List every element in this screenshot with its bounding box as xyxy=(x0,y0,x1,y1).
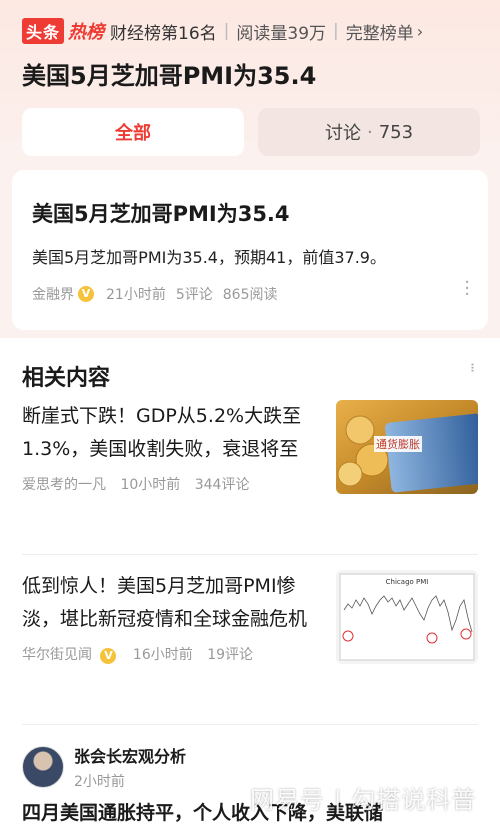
more-options-icon[interactable]: ··· xyxy=(464,274,470,304)
tab-comments-count: 753 xyxy=(378,121,414,143)
thumbnail-text: 通货膨胀 xyxy=(376,437,420,451)
news-card-title[interactable]: 美国5月芝加哥PMI为35.4 xyxy=(32,198,290,228)
item-comments: 344评论 xyxy=(194,477,250,493)
item-time: 10小时前 xyxy=(120,477,181,493)
news-comments: 5评论 xyxy=(175,287,213,303)
item-time: 16小时前 xyxy=(132,647,193,663)
tab-comments-label: 讨论 xyxy=(324,123,361,144)
item-title[interactable]: 断崖式下跌！GDP从5.2%大跌至1.3%，美国收割失败，衰退将至 xyxy=(22,400,322,466)
toutiao-logo: 头条 xyxy=(22,18,65,44)
thumbnail-text: Chicago PMI xyxy=(386,578,429,586)
avatar[interactable] xyxy=(22,746,64,788)
page-title: 美国5月芝加哥PMI为35.4 xyxy=(22,62,317,90)
news-card-meta: 金融界 V 21小时前 5评论 865阅读 xyxy=(32,284,287,304)
news-reads: 865阅读 xyxy=(222,287,278,303)
view-count: 阅读量39万 xyxy=(236,23,327,44)
rank-text: 财经榜第16名 xyxy=(110,23,217,44)
author-name[interactable]: 张会长宏观分析 xyxy=(74,743,186,767)
thumbnail-inflation[interactable]: 通货膨胀 xyxy=(336,400,478,494)
chevron-right-icon[interactable]: › xyxy=(417,22,423,41)
item-source: 华尔街见闻 xyxy=(22,647,92,663)
news-card[interactable]: 美国5月芝加哥PMI为35.4 美国5月芝加哥PMI为35.4，预期41，前值3… xyxy=(12,170,488,330)
news-time: 21小时前 xyxy=(106,287,166,303)
news-source[interactable]: 金融界 xyxy=(32,284,74,304)
news-card-body: 美国5月芝加哥PMI为35.4，预期41，前值37.9。 xyxy=(32,248,386,267)
item-comments: 19评论 xyxy=(207,647,254,663)
divider xyxy=(22,724,478,725)
hot-list-logo: 热榜 xyxy=(68,22,105,43)
full-list-link[interactable]: 完整榜单 xyxy=(346,19,414,44)
verified-badge-icon: V xyxy=(78,286,94,302)
author-info: 张会长宏观分析 2小时前 xyxy=(74,743,186,791)
watermark: 网易号 | 勾搭说科普 xyxy=(250,786,477,814)
verified-badge-icon: V xyxy=(100,648,117,664)
more-options-icon[interactable]: ··· xyxy=(463,362,482,371)
item-title[interactable]: 低到惊人！美国5月芝加哥PMI惨淡，堪比新冠疫情和全球金融危机 xyxy=(22,570,322,636)
post-time: 2小时前 xyxy=(74,774,125,790)
divider: | xyxy=(333,21,339,41)
related-content-section: 相关内容 ··· 断崖式下跌！GDP从5.2%大跌至1.3%，美国收割失败，衰退… xyxy=(0,338,500,832)
thumbnail-pmi-chart[interactable]: Chicago PMI xyxy=(336,570,478,664)
tab-comments[interactable]: 讨论 · 753 xyxy=(258,108,480,156)
tab-all[interactable]: 全部 xyxy=(22,108,244,156)
separator-dot: · xyxy=(366,121,373,143)
item-source: 爱思考的一凡 xyxy=(22,477,106,493)
divider: | xyxy=(223,21,230,41)
list-item[interactable]: 断崖式下跌！GDP从5.2%大跌至1.3%，美国收割失败，衰退将至 爱思考的一凡… xyxy=(22,400,478,494)
list-item[interactable]: 低到惊人！美国5月芝加哥PMI惨淡，堪比新冠疫情和全球金融危机 华尔街见闻 V … xyxy=(22,570,478,664)
hot-list-info-bar[interactable]: 头条 热榜 财经榜第16名 | 阅读量39万 | 完整榜单 › xyxy=(22,18,423,44)
divider xyxy=(22,554,478,555)
author-row[interactable]: 张会长宏观分析 2小时前 xyxy=(22,743,186,791)
section-title: 相关内容 xyxy=(22,366,111,391)
